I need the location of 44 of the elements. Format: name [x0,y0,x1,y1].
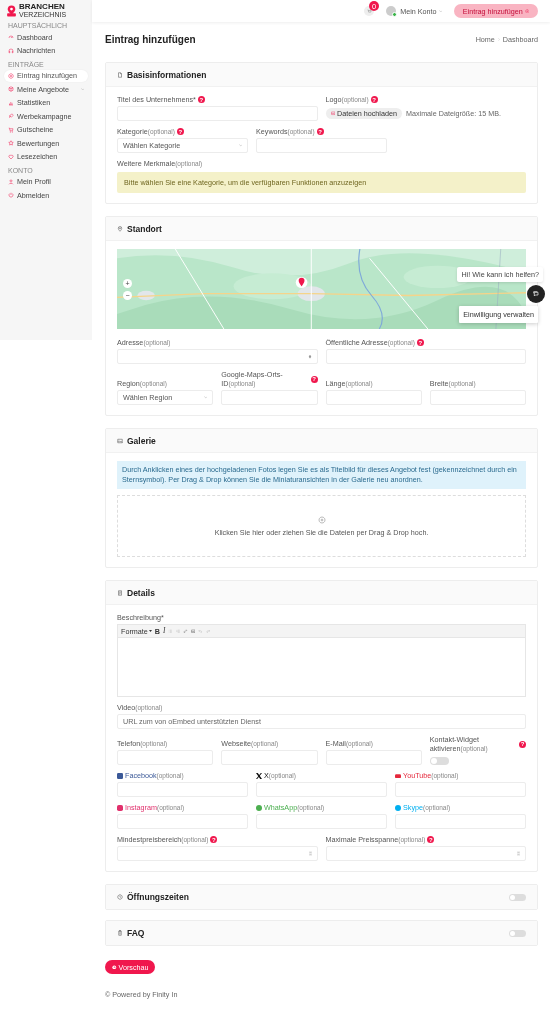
number-field[interactable] [325,846,526,862]
arrow-circle-icon [112,964,117,970]
power-icon [8,192,14,198]
input-field[interactable] [117,349,318,364]
box-icon [8,86,14,92]
section-title: FAQ [127,928,145,939]
star-icon [8,140,14,146]
page-title: Eintrag hinzufügen [105,33,196,45]
logo-pin-icon [6,4,17,17]
undo-icon[interactable] [198,628,203,634]
bar-chart-icon [8,99,14,106]
online-dot [392,12,398,17]
numbered-list-icon[interactable] [175,628,181,634]
section-title: Standort [127,223,162,234]
section-title: Details [127,587,155,598]
caret-down-icon [148,630,152,633]
logo-text: BRANCHEN [19,3,66,11]
user-icon [8,178,14,185]
heart-icon [8,153,14,160]
document-icon [117,71,123,78]
toggle-switch[interactable] [509,893,526,901]
headset-icon [8,47,14,54]
clipboard-icon [117,930,123,937]
cart-icon [366,8,372,14]
redo-icon[interactable] [205,628,211,634]
link-icon[interactable] [183,628,188,634]
avatar[interactable] [386,6,397,16]
location-pin-icon [307,354,312,359]
toggle-switch[interactable] [429,757,449,766]
bullet-list-icon[interactable] [168,628,173,634]
toggle-switch[interactable] [509,929,526,937]
chat-button[interactable] [527,285,545,303]
section-title: Öffnungszeiten [127,892,189,903]
section-title: Basisinformationen [127,69,207,80]
image-icon[interactable] [190,628,196,634]
cart-icon [8,126,14,133]
image-icon [330,111,335,116]
number-field[interactable] [117,846,318,862]
image-icon [117,437,123,444]
rocket-icon [8,113,14,119]
section-title: Galerie [127,435,156,446]
map-pin-icon [117,225,123,232]
document-list-icon [117,589,123,596]
gauge-icon [8,34,14,40]
